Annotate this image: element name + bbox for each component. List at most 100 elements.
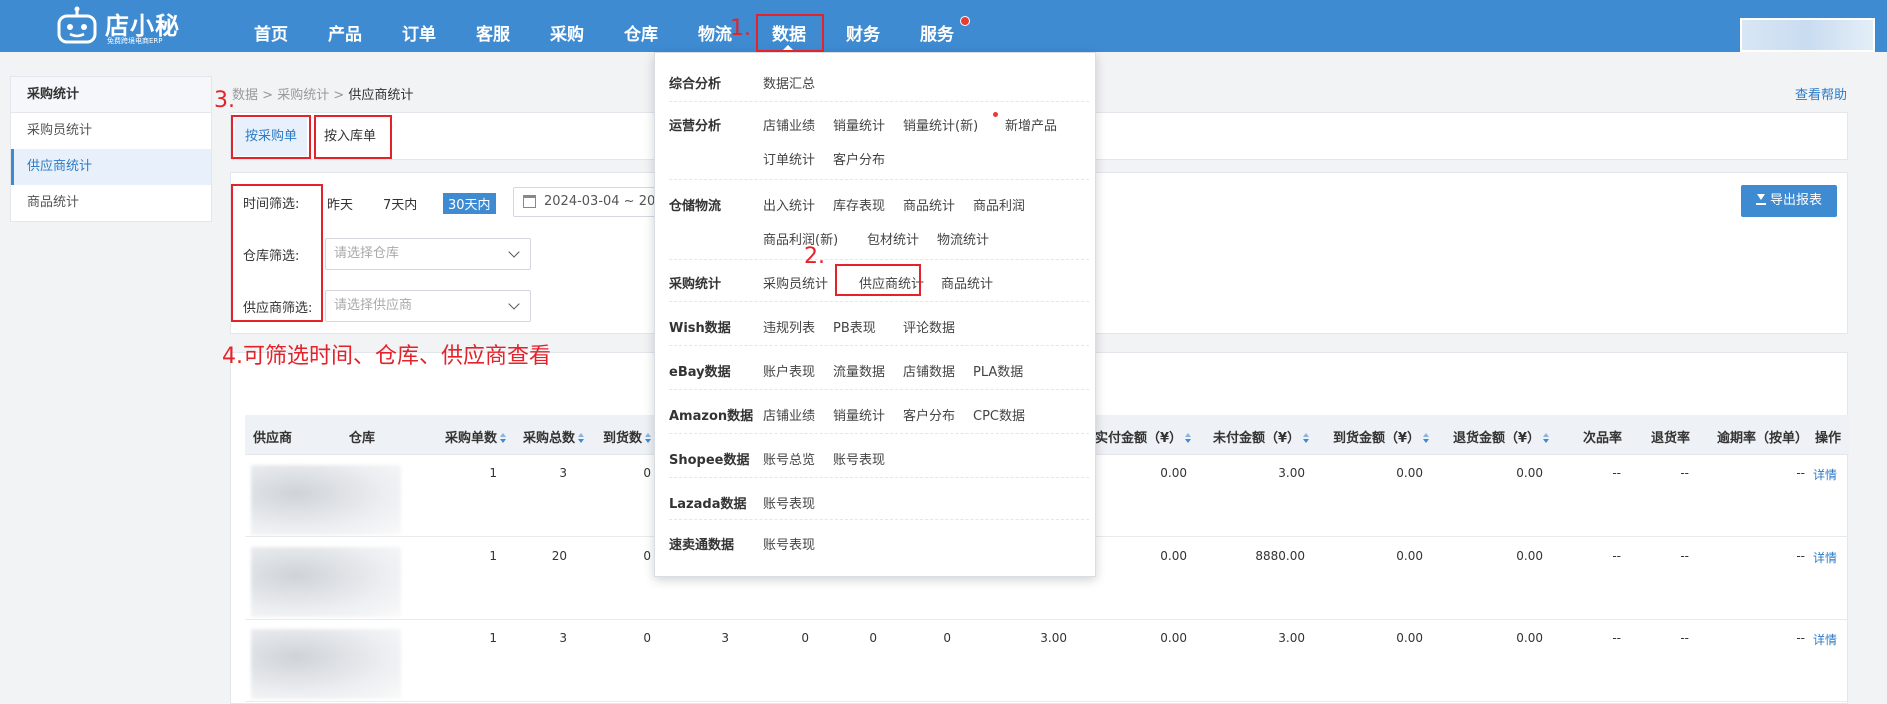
nav-products[interactable]: 产品 [328, 20, 362, 45]
app-logo[interactable]: 店小秘 免费跨境电商ERP [55, 4, 185, 48]
menu-link-pla-data[interactable]: PLA数据 [973, 361, 1023, 380]
menu-link-traffic-data[interactable]: 流量数据 [833, 361, 885, 380]
cell-return-amount: 0.00 [1516, 549, 1543, 563]
menu-link-product-stats[interactable]: 商品统计 [903, 195, 955, 214]
menu-link-amazon-sales-stats[interactable]: 销量统计 [833, 405, 885, 424]
menu-link-pb-performance[interactable]: PB表现 [833, 317, 876, 336]
menu-link-customer-distribution[interactable]: 客户分布 [833, 149, 885, 168]
menu-link-packaging-stats[interactable]: 包材统计 [867, 229, 919, 248]
top-navbar: 店小秘 免费跨境电商ERP 首页 产品 订单 客服 采购 仓库 物流 数据 财务… [0, 0, 1887, 52]
th-actual-paid[interactable]: 实付金额（¥） [1095, 427, 1192, 446]
breadcrumb-purchase-stats[interactable]: 采购统计 [277, 88, 329, 103]
sort-icon [1423, 433, 1430, 443]
th-return-amount[interactable]: 退货金额（¥） [1453, 427, 1550, 446]
menu-link-buyer-stats[interactable]: 采购员统计 [763, 273, 828, 292]
th-arrival-amount-label: 到货金额（¥） [1333, 431, 1421, 446]
sidebar-item-product-stats[interactable]: 商品统计 [11, 185, 211, 221]
th-return-rate: 退货率 [1651, 431, 1691, 446]
th-unpaid-label: 未付金额（¥） [1213, 431, 1301, 446]
sort-icon [645, 433, 652, 443]
menu-link-store-performance[interactable]: 店铺业绩 [763, 115, 815, 134]
user-account-box[interactable] [1740, 18, 1875, 52]
breadcrumb-current: 供应商统计 [348, 88, 414, 103]
menu-link-store-data[interactable]: 店铺数据 [903, 361, 955, 380]
menu-link-data-summary[interactable]: 数据汇总 [763, 73, 815, 92]
menu-link-lazada-account-performance[interactable]: 账号表现 [763, 493, 815, 512]
cell-overdue-rate: -- [1796, 549, 1805, 563]
menu-link-shopee-account-performance[interactable]: 账号表现 [833, 449, 885, 468]
th-supplier: 供应商 [253, 431, 293, 446]
time-option-7days[interactable]: 7天内 [383, 194, 417, 213]
th-warehouse: 仓库 [349, 431, 376, 446]
nav-home[interactable]: 首页 [254, 20, 288, 45]
th-po-count[interactable]: 采购单数 [445, 427, 507, 446]
cell-return-rate: -- [1680, 631, 1689, 645]
nav-orders[interactable]: 订单 [402, 20, 436, 45]
th-arrived-label: 到货数 [603, 431, 643, 446]
menu-link-in-out-stats[interactable]: 出入统计 [763, 195, 815, 214]
menu-link-new-products[interactable]: 新增产品 [1005, 115, 1057, 134]
nav-purchase[interactable]: 采购 [550, 20, 584, 45]
cell-arrived: 0 [643, 466, 651, 480]
menu-link-cpc-data[interactable]: CPC数据 [973, 405, 1025, 424]
nav-services[interactable]: 服务 [920, 20, 954, 45]
menu-divider [669, 389, 1089, 390]
cell-arrival-amount: 0.00 [1396, 549, 1423, 563]
menu-link-account-performance[interactable]: 账户表现 [763, 361, 815, 380]
cell-defect-rate: -- [1612, 549, 1621, 563]
th-arrived[interactable]: 到货数 [603, 427, 652, 446]
menu-link-account-overview[interactable]: 账号总览 [763, 449, 815, 468]
time-option-30days[interactable]: 30天内 [443, 193, 496, 214]
menu-link-amazon-customer-distribution[interactable]: 客户分布 [903, 405, 955, 424]
menu-link-product-profit[interactable]: 商品利润 [973, 195, 1025, 214]
annotation-box-filters [231, 184, 323, 322]
menu-link-aliexpress-account-performance[interactable]: 账号表现 [763, 534, 815, 553]
breadcrumb-data[interactable]: 数据 [232, 88, 258, 103]
cell-overdue-rate: -- [1796, 466, 1805, 480]
menu-link-amazon-store-performance[interactable]: 店铺业绩 [763, 405, 815, 424]
th-po-total[interactable]: 采购总数 [523, 427, 585, 446]
th-arrival-amount[interactable]: 到货金额（¥） [1333, 427, 1430, 446]
detail-link[interactable]: 详情 [1813, 549, 1837, 566]
cell-actual-paid: 0.00 [1160, 466, 1187, 480]
cell-arrived: 0 [643, 631, 651, 645]
help-link[interactable]: 查看帮助 [1795, 84, 1847, 103]
menu-link-product-profit-new[interactable]: 商品利润(新) [763, 229, 838, 248]
warehouse-select[interactable]: 请选择仓库 [325, 238, 531, 270]
detail-link[interactable]: 详情 [1813, 631, 1837, 648]
annotation-step-2: 2. [804, 244, 825, 269]
menu-link-sales-stats[interactable]: 销量统计 [833, 115, 885, 134]
th-po-count-label: 采购单数 [445, 431, 498, 446]
menu-link-logistics-stats[interactable]: 物流统计 [937, 229, 989, 248]
menu-link-order-stats[interactable]: 订单统计 [763, 149, 815, 168]
th-unpaid[interactable]: 未付金额（¥） [1213, 427, 1310, 446]
cell-col-c: 0 [869, 631, 877, 645]
export-report-button[interactable]: 导出报表 [1741, 185, 1837, 217]
cell-unpaid: 3.00 [1278, 466, 1305, 480]
nav-warehouse[interactable]: 仓库 [624, 20, 658, 45]
supplier-select[interactable]: 请选择供应商 [325, 290, 531, 322]
breadcrumb-separator: > [262, 88, 274, 103]
menu-section-title: 综合分析 [669, 77, 722, 92]
nav-customer-service[interactable]: 客服 [476, 20, 510, 45]
menu-link-review-data[interactable]: 评论数据 [903, 317, 955, 336]
cell-arrived: 0 [643, 549, 651, 563]
supplier-thumbnail [251, 465, 401, 535]
sort-icon [1303, 433, 1310, 443]
menu-link-goods-stats[interactable]: 商品统计 [941, 273, 993, 292]
sidebar-item-supplier-stats[interactable]: 供应商统计 [11, 149, 211, 185]
nav-logistics[interactable]: 物流 [698, 20, 732, 45]
menu-link-sales-stats-new[interactable]: 销量统计(新) [903, 115, 978, 134]
th-po-total-label: 采购总数 [523, 431, 576, 446]
time-option-yesterday[interactable]: 昨天 [327, 194, 353, 213]
cell-actual-paid: 0.00 [1160, 549, 1187, 563]
logo-tagline: 免费跨境电商ERP [107, 37, 163, 45]
menu-link-violation-list[interactable]: 违规列表 [763, 317, 815, 336]
sidebar-item-buyer-stats[interactable]: 采购员统计 [11, 113, 211, 149]
cell-arrival-amount: 0.00 [1396, 631, 1423, 645]
menu-link-inventory-performance[interactable]: 库存表现 [833, 195, 885, 214]
detail-link[interactable]: 详情 [1813, 466, 1837, 483]
cell-po-count: 1 [489, 549, 497, 563]
nav-finance[interactable]: 财务 [846, 20, 880, 45]
sort-icon [500, 433, 507, 443]
